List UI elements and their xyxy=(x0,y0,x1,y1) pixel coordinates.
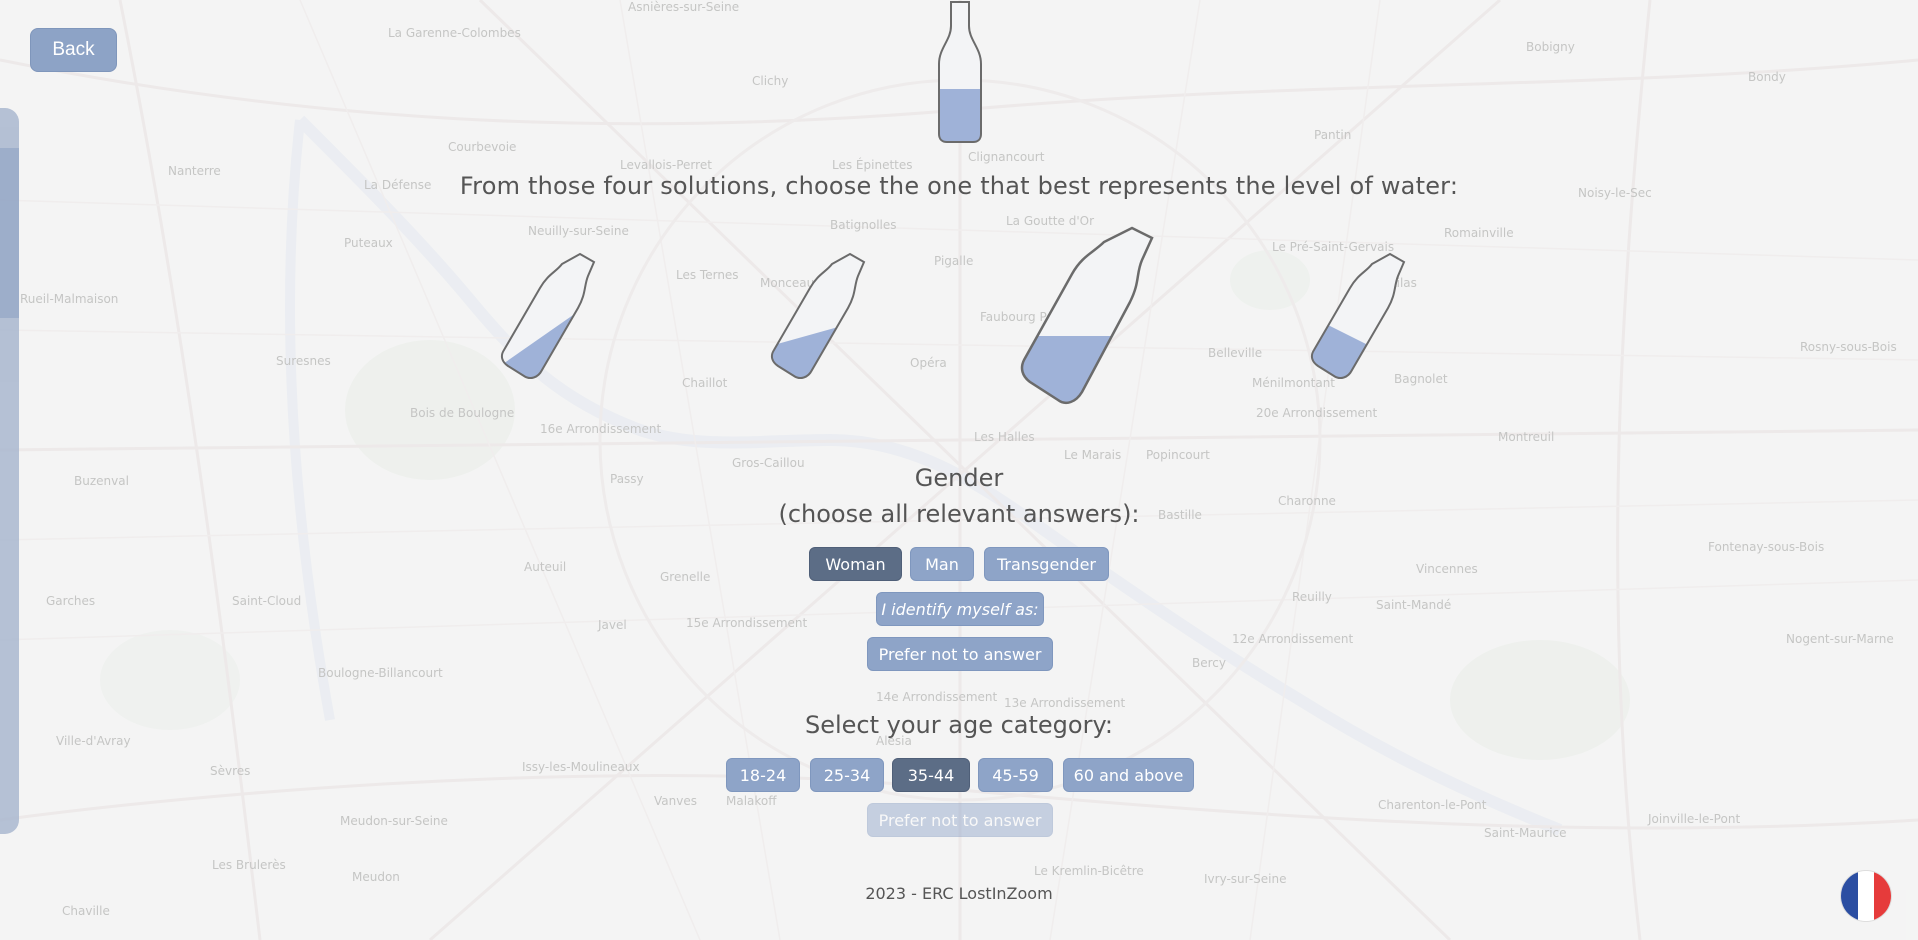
gender-transgender-button[interactable]: Transgender xyxy=(984,547,1109,581)
choice-bottle-2[interactable] xyxy=(770,250,880,392)
gender-subtitle: (choose all relevant answers): xyxy=(778,500,1140,528)
age-title: Select your age category: xyxy=(804,711,1113,739)
gender-title: Gender xyxy=(914,464,1004,492)
choice-bottle-4[interactable] xyxy=(1310,250,1420,392)
age-60-above-button[interactable]: 60 and above xyxy=(1063,758,1194,792)
footer-credit: 2023 - ERC LostInZoom xyxy=(865,884,1053,903)
reference-bottle xyxy=(938,1,982,143)
france-flag-icon[interactable] xyxy=(1841,871,1891,921)
question-text: From those four solutions, choose the on… xyxy=(459,172,1459,200)
gender-man-button[interactable]: Man xyxy=(910,547,974,581)
age-45-59-button[interactable]: 45-59 xyxy=(978,758,1053,792)
age-25-34-button[interactable]: 25-34 xyxy=(810,758,884,792)
gender-identify-input[interactable]: I identify myself as: xyxy=(876,592,1044,626)
choice-bottle-1[interactable] xyxy=(500,250,610,392)
back-button[interactable]: Back xyxy=(30,28,117,72)
age-18-24-button[interactable]: 18-24 xyxy=(726,758,800,792)
gender-prefer-not-button[interactable]: Prefer not to answer xyxy=(867,637,1053,671)
age-35-44-button[interactable]: 35-44 xyxy=(892,758,970,792)
gender-woman-button[interactable]: Woman xyxy=(809,547,902,581)
age-prefer-not-button[interactable]: Prefer not to answer xyxy=(867,803,1053,837)
choice-bottle-3[interactable] xyxy=(1018,224,1170,414)
